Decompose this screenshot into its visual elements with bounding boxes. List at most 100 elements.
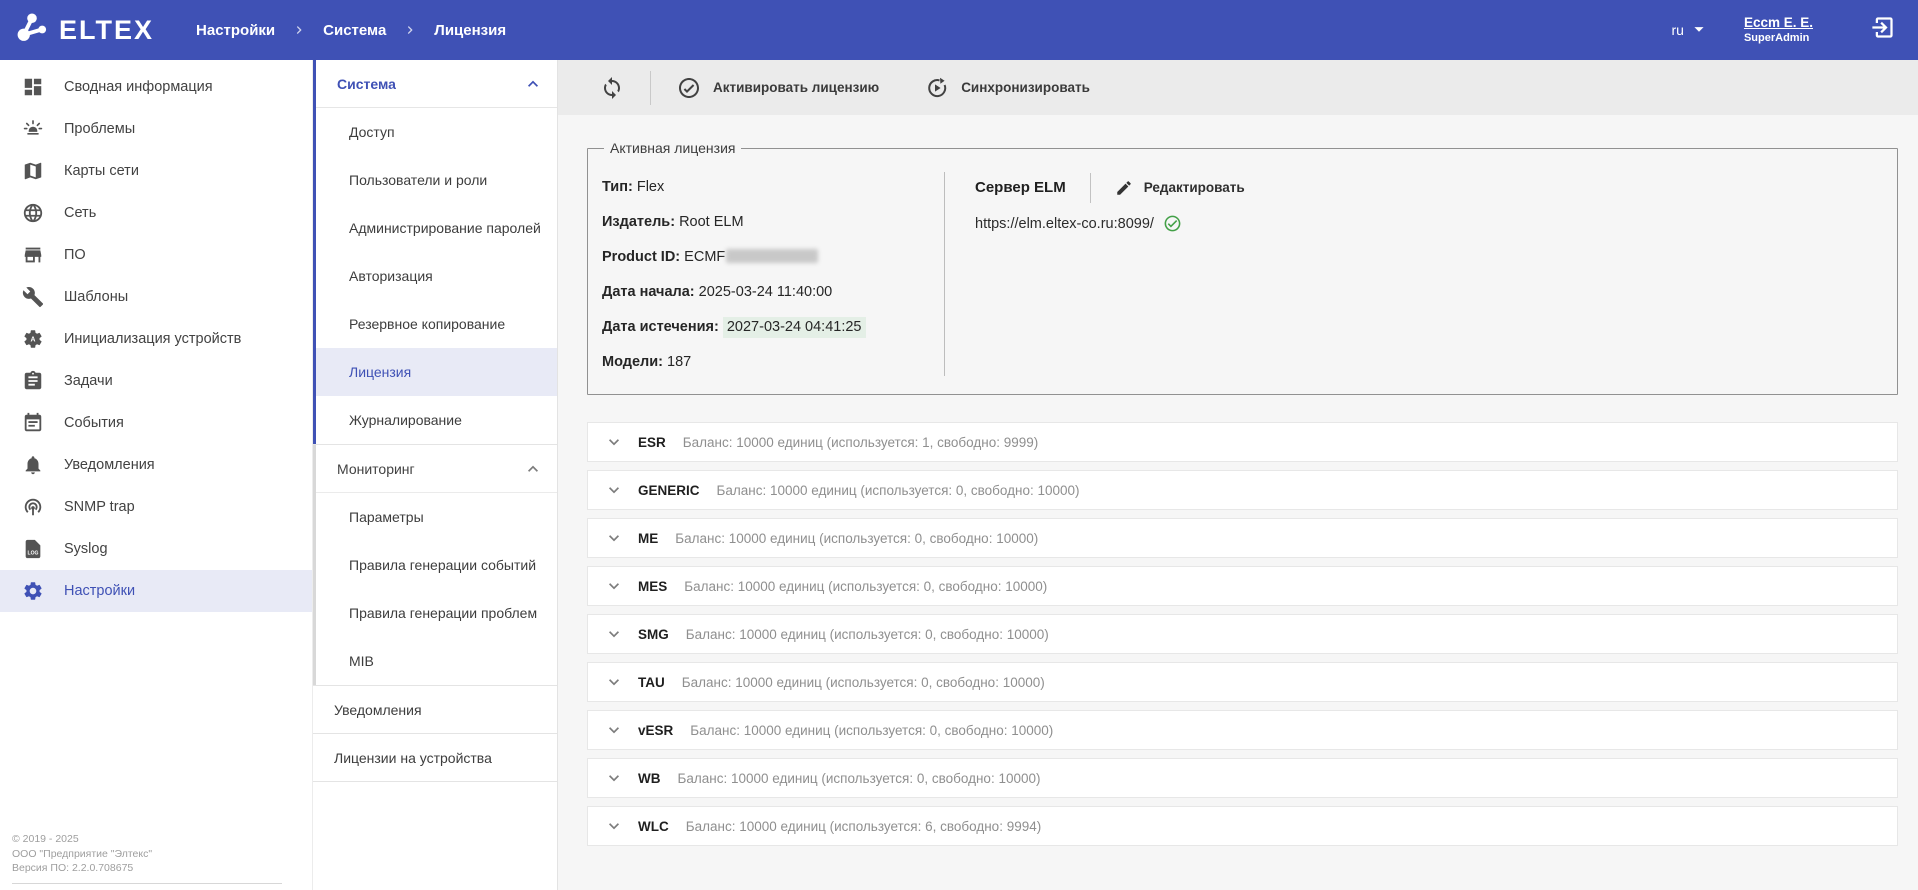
user-menu[interactable]: Eccm E. E. SuperAdmin	[1744, 15, 1813, 46]
chevron-down-icon	[604, 768, 624, 788]
sidebar-item-device-init[interactable]: A Инициализация устройств	[0, 318, 312, 360]
breadcrumb-item-settings[interactable]: Настройки	[196, 22, 275, 39]
log-file-icon: LOG	[22, 538, 44, 560]
submenu-item-parameters[interactable]: Параметры	[316, 493, 557, 541]
sidebar-item-label: Проблемы	[64, 121, 135, 137]
license-row-mes[interactable]: MES Баланс: 10000 единиц (используется: …	[587, 566, 1898, 606]
sidebar-item-snmp-trap[interactable]: SNMP trap	[0, 486, 312, 528]
sidebar-item-label: ПО	[64, 247, 86, 263]
license-row-me[interactable]: ME Баланс: 10000 единиц (используется: 0…	[587, 518, 1898, 558]
submenu-item-journaling[interactable]: Журналирование	[316, 396, 557, 444]
chevron-down-icon	[604, 672, 624, 692]
refresh-icon	[600, 76, 624, 100]
chevron-down-icon	[604, 624, 624, 644]
license-balance: Баланс: 10000 единиц (используется: 0, с…	[717, 483, 1080, 498]
exit-icon	[1869, 14, 1896, 46]
sidebar-item-templates[interactable]: Шаблоны	[0, 276, 312, 318]
field-value: 187	[667, 354, 691, 370]
activate-license-button[interactable]: Активировать лицензию	[677, 76, 879, 100]
submenu-header-monitoring[interactable]: Мониторинг	[316, 445, 557, 493]
submenu-item-mib[interactable]: MIB	[316, 637, 557, 685]
license-name: vESR	[638, 723, 673, 738]
chevron-down-icon	[604, 816, 624, 836]
license-type-list: ESR Баланс: 10000 единиц (используется: …	[587, 422, 1898, 846]
sidebar-item-label: SNMP trap	[64, 499, 135, 515]
store-icon	[22, 244, 44, 266]
submenu-item-users-roles[interactable]: Пользователи и роли	[316, 156, 557, 204]
license-field-product-id: Product ID: ECMF	[602, 240, 944, 275]
license-row-smg[interactable]: SMG Баланс: 10000 единиц (используется: …	[587, 614, 1898, 654]
breadcrumb-item-system[interactable]: Система	[323, 22, 386, 39]
license-name: ME	[638, 531, 658, 546]
sidebar-item-problems[interactable]: Проблемы	[0, 108, 312, 150]
license-row-wlc[interactable]: WLC Баланс: 10000 единиц (используется: …	[587, 806, 1898, 846]
sidebar-item-syslog[interactable]: LOG Syslog	[0, 528, 312, 570]
user-role: SuperAdmin	[1744, 32, 1813, 46]
synchronize-button[interactable]: Синхронизировать	[925, 76, 1090, 100]
eltex-logo[interactable]: ELTEX	[14, 10, 154, 51]
edit-server-button[interactable]: Редактировать	[1115, 179, 1245, 197]
sidebar-item-events[interactable]: События	[0, 402, 312, 444]
elm-server-column: Сервер ELM Редактировать https://elm.elt…	[945, 162, 1245, 380]
submenu-header-notifications[interactable]: Уведомления	[313, 686, 557, 734]
chevron-down-icon	[604, 480, 624, 500]
sidebar-item-notifications[interactable]: Уведомления	[0, 444, 312, 486]
refresh-button[interactable]	[600, 76, 624, 100]
calendar-icon	[22, 412, 44, 434]
license-balance: Баланс: 10000 единиц (используется: 0, с…	[686, 627, 1049, 642]
server-divider	[1090, 173, 1091, 203]
submenu-item-authorization[interactable]: Авторизация	[316, 252, 557, 300]
wrench-icon	[22, 286, 44, 308]
sidebar-item-label: Инициализация устройств	[64, 331, 241, 347]
license-name: WB	[638, 771, 661, 786]
submenu-header-system[interactable]: Система	[316, 60, 557, 108]
main-content: Активировать лицензию Синхронизировать А…	[558, 60, 1918, 890]
chevron-up-icon	[523, 74, 543, 94]
chevron-down-icon	[604, 432, 624, 452]
license-field-issuer: Издатель: Root ELM	[602, 205, 944, 240]
dashboard-icon	[22, 76, 44, 98]
svg-text:LOG: LOG	[28, 551, 39, 557]
submenu-item-event-rules[interactable]: Правила генерации событий	[316, 541, 557, 589]
eltex-molecule-icon	[14, 10, 50, 51]
license-name: TAU	[638, 675, 665, 690]
submenu-item-backup[interactable]: Резервное копирование	[316, 300, 557, 348]
submenu-item-license[interactable]: Лицензия	[316, 348, 557, 396]
license-row-generic[interactable]: GENERIC Баланс: 10000 единиц (использует…	[587, 470, 1898, 510]
siren-icon	[22, 118, 44, 140]
status-ok-icon	[1163, 214, 1182, 233]
chevron-down-icon	[604, 528, 624, 548]
license-balance: Баланс: 10000 единиц (используется: 0, с…	[682, 675, 1045, 690]
active-license-fieldset: Активная лицензия Тип: Flex Издатель: Ro…	[587, 140, 1898, 395]
user-name: Eccm E. E.	[1744, 15, 1813, 32]
chevron-right-icon	[291, 22, 307, 38]
submenu-item-access[interactable]: Доступ	[316, 108, 557, 156]
breadcrumb-item-license[interactable]: Лицензия	[434, 22, 506, 39]
sidebar-item-network-maps[interactable]: Карты сети	[0, 150, 312, 192]
gear-icon	[22, 580, 44, 602]
submenu-item-problem-rules[interactable]: Правила генерации проблем	[316, 589, 557, 637]
sidebar-item-software[interactable]: ПО	[0, 234, 312, 276]
sidebar-item-settings[interactable]: Настройки	[0, 570, 312, 612]
gear-a-icon: A	[22, 328, 44, 350]
logout-button[interactable]	[1869, 14, 1896, 46]
toolbar-divider	[650, 71, 651, 105]
license-row-vesr[interactable]: vESR Баланс: 10000 единиц (используется:…	[587, 710, 1898, 750]
topbar: ELTEX Настройки Система Лицензия ru Eccm…	[0, 0, 1918, 60]
license-row-wb[interactable]: WB Баланс: 10000 единиц (используется: 0…	[587, 758, 1898, 798]
license-row-tau[interactable]: TAU Баланс: 10000 единиц (используется: …	[587, 662, 1898, 702]
license-balance: Баланс: 10000 единиц (используется: 6, с…	[686, 819, 1041, 834]
sidebar-item-network[interactable]: Сеть	[0, 192, 312, 234]
sidebar-item-tasks[interactable]: Задачи	[0, 360, 312, 402]
submenu-header-device-licenses[interactable]: Лицензии на устройства	[313, 734, 557, 782]
synchronize-label: Синхронизировать	[961, 80, 1090, 95]
language-selector[interactable]: ru	[1672, 18, 1710, 43]
submenu-item-password-admin[interactable]: Администрирование паролей	[316, 204, 557, 252]
chevron-down-icon	[604, 720, 624, 740]
sidebar-item-label: Карты сети	[64, 163, 139, 179]
submenu-section-monitoring: Мониторинг Параметры Правила генерации с…	[313, 445, 557, 685]
server-url-link[interactable]: https://elm.eltex-co.ru:8099/	[975, 216, 1154, 232]
sidebar-item-summary[interactable]: Сводная информация	[0, 66, 312, 108]
license-row-esr[interactable]: ESR Баланс: 10000 единиц (используется: …	[587, 422, 1898, 462]
license-balance: Баланс: 10000 единиц (используется: 0, с…	[684, 579, 1047, 594]
